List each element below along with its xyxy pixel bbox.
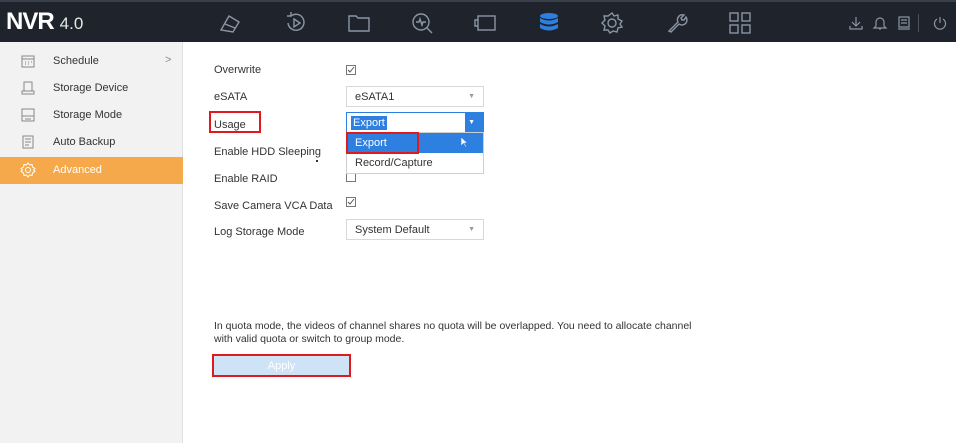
menu-grid-icon[interactable] [727, 10, 753, 36]
log-storage-select-value: System Default [355, 224, 430, 236]
usage-option-export[interactable]: Export [347, 133, 483, 153]
esata-select-value: eSATA1 [355, 91, 395, 103]
sidebar-item-label: Storage Mode [53, 109, 123, 121]
calendar-icon [20, 53, 36, 69]
sidebar-item-label: Advanced [53, 164, 102, 176]
apply-button-label: Apply [267, 360, 296, 372]
apply-button[interactable]: Apply [213, 356, 350, 376]
chevron-right-icon: > [165, 54, 172, 66]
maintenance-icon[interactable] [664, 10, 690, 36]
top-navigation-bar: NVR 4.0 [0, 0, 956, 42]
raid-label: Enable RAID [214, 173, 278, 185]
power-icon[interactable] [932, 15, 948, 31]
sidebar-item-label: Schedule [53, 55, 99, 67]
chevron-down-icon: ▼ [468, 226, 475, 233]
overwrite-label: Overwrite [214, 64, 262, 76]
esata-label: eSATA [214, 91, 248, 103]
sidebar-item-advanced[interactable]: Advanced [0, 157, 183, 184]
brand-version: 4.0 [59, 14, 84, 33]
file-management-icon[interactable] [346, 10, 372, 36]
sidebar-item-storage-device[interactable]: Storage Device [0, 75, 183, 102]
esata-select[interactable]: eSATA1 ▼ [346, 86, 484, 107]
sidebar: Schedule > Storage Device Storage Mode A… [0, 42, 183, 443]
sidebar-item-label: Storage Device [53, 82, 129, 94]
disk-icon [20, 107, 36, 123]
backup-icon [20, 134, 36, 150]
hdd-sleeping-label: Enable HDD Sleeping [214, 146, 322, 158]
live-view-icon[interactable] [217, 10, 243, 36]
log-storage-select[interactable]: System Default ▼ [346, 219, 484, 240]
toolbar-divider [918, 14, 919, 32]
system-settings-icon[interactable] [599, 10, 625, 36]
usage-dropdown-menu: Export Record/Capture [346, 132, 484, 174]
camera-icon[interactable] [472, 10, 498, 36]
smart-analysis-icon[interactable] [409, 10, 435, 36]
mouse-cursor-icon [460, 136, 468, 148]
quota-note: In quota mode, the videos of channel sha… [214, 320, 692, 345]
usage-select[interactable]: Export ▼ [346, 112, 484, 133]
option-label: Export [355, 137, 387, 149]
chevron-down-icon: ▼ [468, 119, 475, 126]
vca-label: Save Camera VCA Data [214, 200, 333, 212]
user-icon[interactable] [896, 15, 912, 31]
vca-checkbox[interactable] [346, 197, 356, 207]
option-label: Record/Capture [355, 157, 433, 169]
sidebar-item-schedule[interactable]: Schedule > [0, 48, 183, 75]
usage-option-record-capture[interactable]: Record/Capture [347, 153, 483, 173]
alarm-bell-icon[interactable] [872, 15, 888, 31]
device-icon [20, 80, 36, 96]
sidebar-item-storage-mode[interactable]: Storage Mode [0, 102, 183, 129]
usage-select-value: Export [351, 116, 387, 130]
storage-icon[interactable] [536, 10, 562, 36]
sidebar-item-label: Auto Backup [53, 136, 116, 148]
download-icon[interactable] [848, 15, 864, 31]
brand-name: NVR [6, 8, 55, 35]
overwrite-checkbox[interactable] [346, 65, 356, 75]
stray-dot [316, 160, 318, 162]
brand-logo: NVR 4.0 [6, 8, 83, 38]
usage-label: Usage [214, 119, 246, 131]
sidebar-item-auto-backup[interactable]: Auto Backup [0, 129, 183, 156]
gear-icon [20, 162, 36, 178]
playback-icon[interactable] [283, 10, 309, 36]
log-storage-label: Log Storage Mode [214, 226, 305, 238]
chevron-down-icon: ▼ [468, 93, 475, 100]
